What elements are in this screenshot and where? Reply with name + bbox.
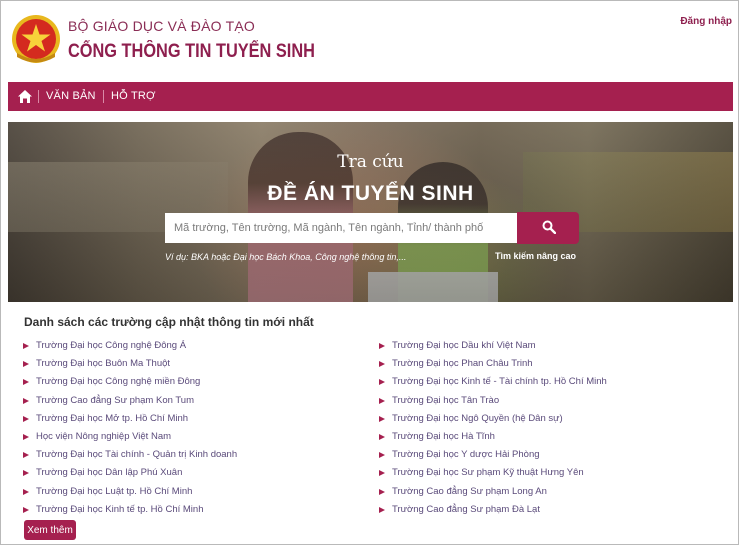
list-item[interactable]: Trường Đại học Kinh tế - Tài chính tp. H…: [379, 373, 607, 391]
list-item[interactable]: Trường Đại học Ngô Quyền (hệ Dân sự): [379, 410, 607, 428]
school-link[interactable]: Trường Đại học Kinh tế - Tài chính tp. H…: [392, 376, 607, 387]
nav-divider: [38, 90, 39, 103]
list-item[interactable]: Trường Đại học Hà Tĩnh: [379, 428, 607, 446]
search-hero-banner: Tra cứu ĐỀ ÁN TUYỂN SINH Ví dụ: BKA hoặc…: [8, 122, 733, 302]
portal-title: CỔNG THÔNG TIN TUYỂN SINH: [68, 41, 315, 62]
bullet-arrow-icon: [379, 488, 385, 495]
bullet-arrow-icon: [23, 415, 29, 422]
bullet-arrow-icon: [23, 433, 29, 440]
school-link[interactable]: Trường Đại học Mở tp. Hồ Chí Minh: [36, 413, 188, 424]
search-icon: [542, 220, 556, 234]
bullet-arrow-icon: [23, 343, 29, 349]
school-link[interactable]: Trường Đại học Kinh tế tp. Hồ Chí Minh: [36, 504, 203, 515]
hero-overlay: [8, 122, 733, 302]
school-link[interactable]: Trường Đại học Luật tp. Hồ Chí Minh: [36, 486, 192, 497]
list-item[interactable]: Trường Cao đẳng Sư phạm Long An: [379, 483, 607, 501]
search-button[interactable]: [517, 212, 579, 244]
school-link[interactable]: Trường Đại học Công nghệ miền Đông: [36, 376, 200, 387]
school-link[interactable]: Học viện Nông nghiệp Việt Nam: [36, 431, 171, 442]
school-link[interactable]: Trường Đại học Hà Tĩnh: [392, 431, 495, 442]
search-input[interactable]: [165, 213, 517, 243]
school-link[interactable]: Trường Đại học Tài chính - Quản trị Kinh…: [36, 449, 237, 460]
list-item[interactable]: Trường Đại học Dầu khí Việt Nam: [379, 337, 607, 355]
login-link[interactable]: Đăng nhập: [680, 16, 732, 27]
see-more-button[interactable]: Xem thêm: [24, 520, 76, 540]
bullet-arrow-icon: [379, 433, 385, 440]
list-item[interactable]: Trường Đại học Dân lập Phú Xuân: [23, 464, 237, 482]
school-link[interactable]: Trường Đại học Dầu khí Việt Nam: [392, 340, 536, 351]
ministry-name: BỘ GIÁO DỤC VÀ ĐÀO TẠO: [68, 18, 255, 34]
bullet-arrow-icon: [23, 361, 29, 368]
nav-item-ho-tro[interactable]: HỖ TRỢ: [111, 90, 156, 102]
school-link[interactable]: Trường Đại học Ngô Quyền (hệ Dân sự): [392, 413, 563, 424]
list-item[interactable]: Trường Đại học Kinh tế tp. Hồ Chí Minh: [23, 501, 237, 519]
bullet-arrow-icon: [23, 397, 29, 404]
bullet-arrow-icon: [379, 361, 385, 368]
list-item[interactable]: Trường Đại học Mở tp. Hồ Chí Minh: [23, 410, 237, 428]
bullet-arrow-icon: [379, 452, 385, 459]
site-header: BỘ GIÁO DỤC VÀ ĐÀO TẠO CỔNG THÔNG TIN TU…: [1, 1, 738, 79]
list-item[interactable]: Trường Đại học Tân Trào: [379, 392, 607, 410]
bullet-arrow-icon: [379, 470, 385, 477]
list-item[interactable]: Học viện Nông nghiệp Việt Nam: [23, 428, 237, 446]
school-link[interactable]: Trường Cao đẳng Sư phạm Kon Tum: [36, 395, 194, 406]
school-link[interactable]: Trường Đại học Phan Châu Trinh: [392, 358, 533, 369]
hero-subtitle: Tra cứu: [337, 152, 404, 172]
bullet-arrow-icon: [23, 379, 29, 386]
updates-list-right: Trường Đại học Dầu khí Việt Nam Trường Đ…: [379, 337, 607, 519]
school-link[interactable]: Trường Đại học Công nghệ Đông Á: [36, 340, 186, 351]
bullet-arrow-icon: [23, 470, 29, 477]
list-item[interactable]: Trường Đại học Sư phạm Kỹ thuật Hưng Yên: [379, 464, 607, 482]
page-frame: BỘ GIÁO DỤC VÀ ĐÀO TẠO CỔNG THÔNG TIN TU…: [0, 0, 739, 545]
bullet-arrow-icon: [379, 415, 385, 422]
list-item[interactable]: Trường Cao đẳng Sư phạm Kon Tum: [23, 392, 237, 410]
national-emblem-icon: [12, 15, 60, 63]
list-item[interactable]: Trường Đại học Phan Châu Trinh: [379, 355, 607, 373]
school-link[interactable]: Trường Đại học Tân Trào: [392, 395, 499, 406]
school-link[interactable]: Trường Đại học Sư phạm Kỹ thuật Hưng Yên: [392, 467, 584, 478]
bullet-arrow-icon: [379, 379, 385, 386]
bullet-arrow-icon: [379, 397, 385, 404]
list-item[interactable]: Trường Đại học Tài chính - Quản trị Kinh…: [23, 446, 237, 464]
school-link[interactable]: Trường Đại học Buôn Ma Thuột: [36, 358, 170, 369]
main-nav: VĂN BẢN HỖ TRỢ: [8, 82, 733, 111]
list-item[interactable]: Trường Đại học Buôn Ma Thuột: [23, 355, 237, 373]
search-example-hint: Ví dụ: BKA hoặc Đại học Bách Khoa, Công …: [165, 252, 407, 262]
school-link[interactable]: Trường Cao đẳng Sư phạm Đà Lạt: [392, 504, 540, 515]
bullet-arrow-icon: [23, 506, 29, 513]
bullet-arrow-icon: [379, 506, 385, 513]
updates-list-title: Danh sách các trường cập nhật thông tin …: [24, 315, 314, 329]
list-item[interactable]: Trường Đại học Y dược Hải Phòng: [379, 446, 607, 464]
home-icon[interactable]: [17, 89, 33, 104]
list-item[interactable]: Trường Đại học Công nghệ miền Đông: [23, 373, 237, 391]
hero-title: ĐỀ ÁN TUYỂN SINH: [267, 182, 474, 205]
list-item[interactable]: Trường Cao đẳng Sư phạm Đà Lạt: [379, 501, 607, 519]
school-link[interactable]: Trường Đại học Y dược Hải Phòng: [392, 449, 540, 460]
bullet-arrow-icon: [379, 343, 385, 349]
bullet-arrow-icon: [23, 452, 29, 459]
bullet-arrow-icon: [23, 488, 29, 495]
updates-list-left: Trường Đại học Công nghệ Đông Á Trường Đ…: [23, 337, 237, 519]
school-link[interactable]: Trường Cao đẳng Sư phạm Long An: [392, 486, 547, 497]
list-item[interactable]: Trường Đại học Công nghệ Đông Á: [23, 337, 237, 355]
nav-divider: [103, 90, 104, 103]
school-link[interactable]: Trường Đại học Dân lập Phú Xuân: [36, 467, 182, 478]
advanced-search-link[interactable]: Tìm kiếm nâng cao: [495, 251, 576, 261]
nav-item-van-ban[interactable]: VĂN BẢN: [46, 90, 96, 102]
list-item[interactable]: Trường Đại học Luật tp. Hồ Chí Minh: [23, 483, 237, 501]
